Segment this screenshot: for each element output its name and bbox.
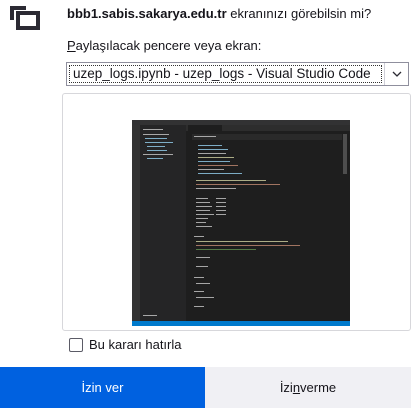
deny-label-mnemonic: n	[292, 380, 301, 395]
window-preview	[62, 93, 411, 331]
screen-share-dialog: bbb1.sabis.sakarya.edu.tr ekranınızı gör…	[0, 0, 411, 408]
dialog-question: ekranınızı görebilsin mi?	[226, 6, 372, 21]
selected-window: uzep_logs.ipynb - uzep_logs - Visual Stu…	[69, 65, 382, 83]
requesting-host: bbb1.sabis.sakarya.edu.tr	[67, 6, 227, 21]
deny-button[interactable]: İzi n verme	[205, 367, 411, 408]
dialog-title: bbb1.sabis.sakarya.edu.tr ekranınızı gör…	[67, 6, 407, 22]
deny-label-pre: İzi	[279, 380, 293, 395]
chevron-down-icon[interactable]	[384, 63, 408, 85]
select-label-text: aylaşılacak pencere veya ekran:	[75, 38, 262, 53]
allow-button[interactable]: İzin ver	[0, 367, 205, 408]
remember-decision[interactable]: Bu kararı hatırla	[69, 337, 182, 353]
window-select-label: Paylaşılacak pencere veya ekran:	[67, 38, 261, 54]
remember-label: Bu kararı hatırla	[89, 337, 182, 352]
preview-thumbnail	[132, 120, 350, 326]
deny-label-post: verme	[300, 380, 337, 395]
select-label-mnemonic: P	[67, 38, 76, 53]
window-select[interactable]: uzep_logs.ipynb - uzep_logs - Visual Stu…	[66, 62, 409, 86]
screen-share-icon	[10, 6, 40, 30]
remember-checkbox[interactable]	[69, 338, 83, 352]
